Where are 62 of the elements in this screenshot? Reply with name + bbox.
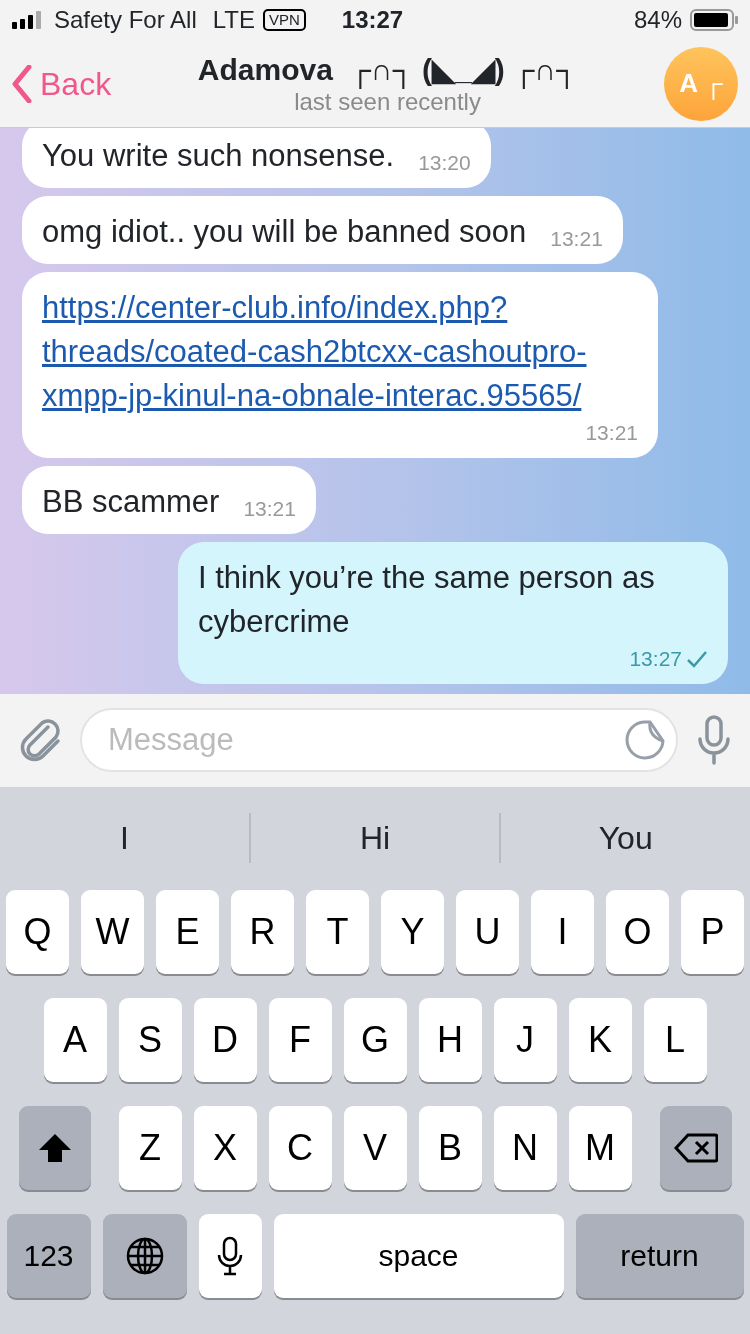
space-key[interactable]: space (273, 1213, 564, 1298)
keyboard-key[interactable]: N (493, 1105, 557, 1190)
message-time: 13:21 (585, 419, 638, 446)
keyboard-key[interactable]: D (193, 997, 257, 1082)
globe-key[interactable] (102, 1213, 187, 1298)
vpn-indicator: VPN (262, 9, 306, 31)
chat-title: Adamova ┌∩┐ (◣_◢) ┌∩┐ (197, 51, 578, 88)
keyboard-key[interactable]: M (568, 1105, 632, 1190)
keyboard-key[interactable]: C (268, 1105, 332, 1190)
keyboard-key[interactable]: R (231, 889, 294, 974)
keyboard-key[interactable]: U (456, 889, 519, 974)
attach-icon[interactable] (18, 717, 62, 763)
keyboard-key[interactable]: W (81, 889, 144, 974)
microphone-icon[interactable] (696, 715, 732, 765)
battery-icon (690, 9, 738, 31)
shift-key[interactable] (18, 1105, 91, 1190)
keyboard-key[interactable]: G (343, 997, 407, 1082)
keyboard-key[interactable]: V (343, 1105, 407, 1190)
message-time: 13:27 (629, 645, 682, 672)
backspace-key[interactable] (659, 1105, 732, 1190)
keyboard-key[interactable]: I (531, 889, 594, 974)
keyboard-key[interactable]: Z (118, 1105, 182, 1190)
keyboard-key[interactable]: F (268, 997, 332, 1082)
suggestion[interactable]: You (501, 814, 750, 862)
keyboard-key[interactable]: P (681, 889, 744, 974)
keyboard-key[interactable]: O (606, 889, 669, 974)
backspace-icon (673, 1132, 718, 1163)
message-text: I think you’re the same person as cybercrime (198, 558, 656, 641)
sticker-icon[interactable] (624, 719, 666, 761)
message-link[interactable]: https://center-club.info/index.php?threads/coated-cash2btcxx-cashoutpro-xmpp-jp-kinul-na-obnale-interac.95565/ (42, 285, 638, 418)
keyboard-key[interactable]: A (43, 997, 107, 1082)
keyboard-key[interactable]: E (156, 889, 219, 974)
keyboard-key[interactable]: T (306, 889, 369, 974)
dictation-key[interactable] (198, 1213, 262, 1298)
numbers-key[interactable]: 123 (6, 1213, 91, 1298)
keyboard-key[interactable]: J (493, 997, 557, 1082)
message-text: omg idiot.. you will be banned soon (42, 212, 527, 251)
keyboard-key[interactable]: K (568, 997, 632, 1082)
keyboard-key[interactable]: H (418, 997, 482, 1082)
keyboard-key[interactable]: L (643, 997, 707, 1082)
message-text: You write such nonsense. (42, 136, 395, 175)
network-type: LTE (212, 5, 255, 35)
message-text: BB scammer (42, 482, 220, 521)
keyboard-key[interactable]: B (418, 1105, 482, 1190)
return-key[interactable]: return (575, 1213, 744, 1298)
shift-icon (37, 1132, 72, 1163)
battery-percent: 84% (633, 5, 682, 35)
suggestion[interactable]: Hi (250, 814, 500, 862)
keyboard-key[interactable]: Y (381, 889, 444, 974)
keyboard-key[interactable]: Q (6, 889, 69, 974)
globe-icon (124, 1235, 165, 1276)
carrier-name: Safety For All (54, 5, 197, 35)
keyboard-key[interactable]: S (118, 997, 182, 1082)
message-field[interactable]: Message (80, 708, 678, 772)
microphone-icon (217, 1235, 243, 1276)
back-icon (12, 64, 32, 103)
message-time: 13:20 (418, 149, 471, 176)
suggestion[interactable]: I (0, 814, 249, 862)
status-time: 13:27 (341, 5, 404, 35)
message-time: 13:21 (243, 495, 296, 522)
keyboard-key[interactable]: X (193, 1105, 257, 1190)
message-time: 13:21 (550, 225, 603, 252)
